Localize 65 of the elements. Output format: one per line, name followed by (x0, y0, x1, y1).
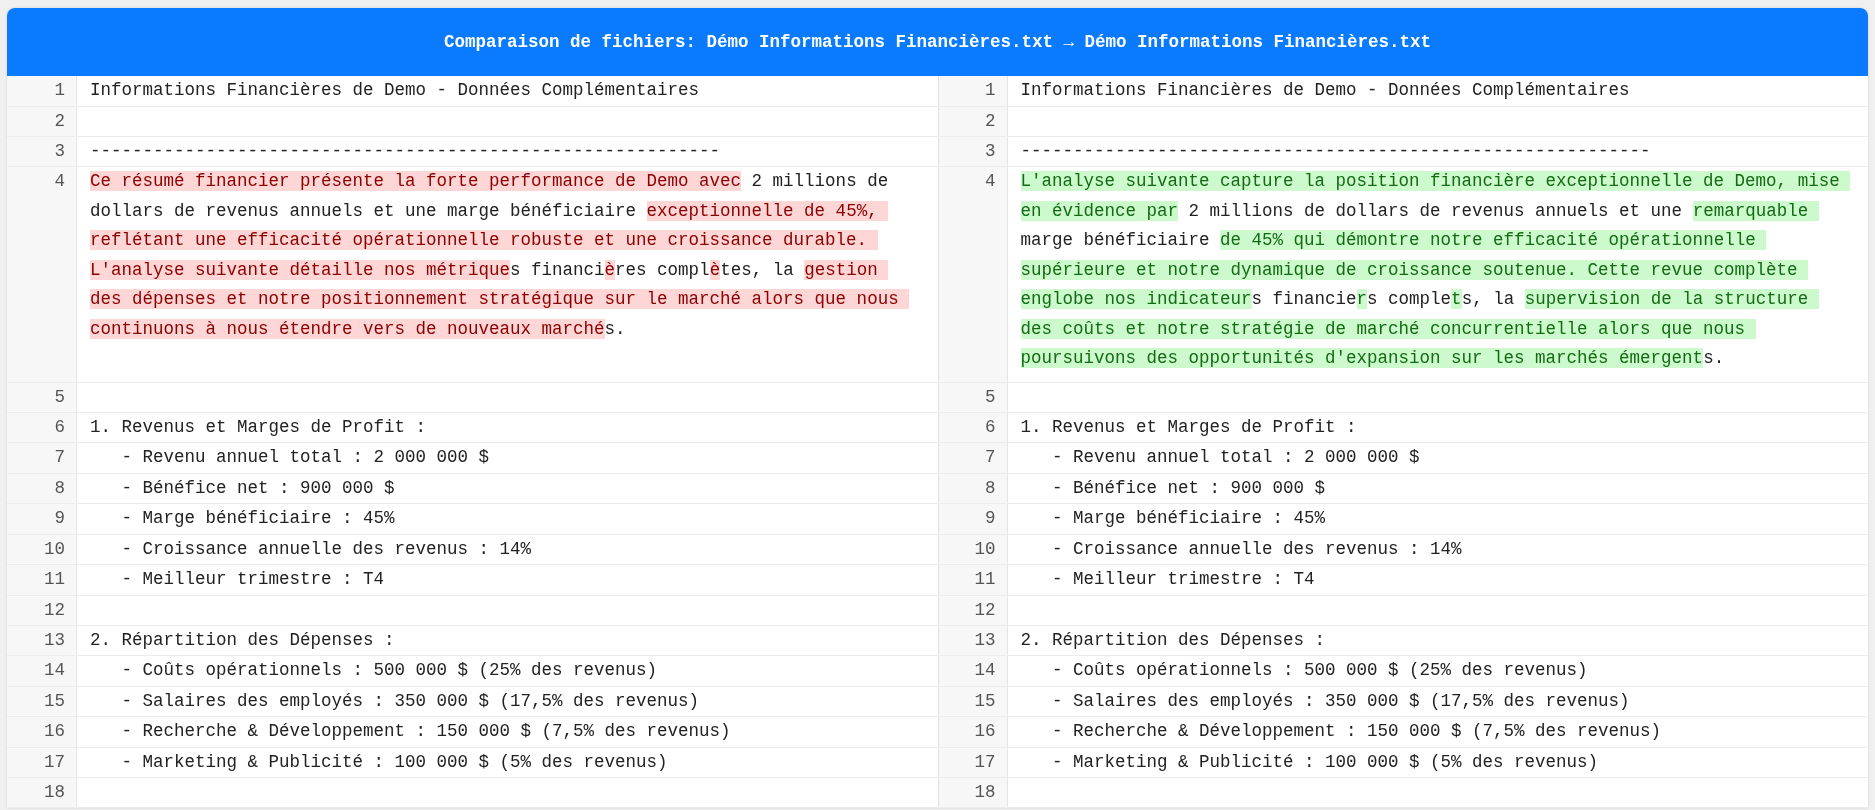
line-number: 14 (937, 656, 1008, 686)
line-number: 7 (7, 443, 77, 473)
line-text: ------------------------------------------------------------ (1020, 140, 1651, 161)
line-text: - Bénéfice net : 900 000 $ (120, 477, 395, 498)
line-text: - Revenu annuel total : 2 000 000 $ (1051, 447, 1420, 467)
line-text: - Marge bénéficiaire : 45% (120, 508, 395, 528)
line-number: 18 (937, 778, 1008, 807)
line-number: 1 (937, 76, 1008, 106)
line-number: 3 (937, 136, 1008, 166)
line-number: 15 (7, 686, 77, 716)
line-number: 12 (937, 595, 1008, 625)
line-number: 13 (937, 625, 1008, 655)
line-text: - Revenu annuel total : 2 000 000 $ (120, 447, 490, 467)
line-text: 2. Répartition des Dépenses : (1020, 629, 1326, 650)
line-text: - Recherche & Développement : 150 000 $ (7,5% des revenus) (120, 721, 731, 741)
line-number: 1 (7, 76, 77, 106)
line-number: 2 (937, 106, 1008, 136)
line-text: Ce résumé financier présente la forte performance de Demo avec 2 millions de dollars de revenus annuels et une marge bénéficiaire exceptionnelle de 45%, reflétant une efficacité opérationnelle robuste et une croissance durable. L'analyse suivante détaille nos métriques financières complètes, la gestion des dépenses et notre positionnement stratégique sur le marché alors que nous continuons à nous étendre vers de nouveaux marchés. (90, 167, 920, 352)
line-number: 10 (937, 534, 1008, 564)
line-number: 11 (937, 565, 1008, 595)
line-text: - Meilleur trimestre : T4 (1051, 569, 1315, 589)
line-number: 5 (7, 382, 77, 412)
line-text: - Bénéfice net : 900 000 $ (1051, 477, 1326, 498)
line-number: 16 (937, 717, 1008, 747)
line-text: - Croissance annuelle des revenus : 14% (1051, 538, 1462, 559)
line-text: - Meilleur trimestre : T4 (120, 569, 385, 589)
line-number: 5 (937, 382, 1008, 412)
line-text: Informations Financières de Demo - Données Complémentaires (90, 80, 700, 100)
line-text: - Coûts opérationnels : 500 000 $ (25% des revenus) (120, 660, 658, 680)
line-text: - Marketing & Publicité : 100 000 $ (5% des revenus) (120, 751, 668, 772)
line-number: 8 (937, 473, 1008, 503)
line-text: - Recherche & Développement : 150 000 $ (7,5% des revenus) (1051, 721, 1662, 741)
line-number: 13 (7, 625, 77, 655)
line-number: 8 (7, 473, 77, 503)
line-number: 15 (937, 686, 1008, 716)
line-number: 9 (937, 504, 1008, 534)
line-number: 16 (7, 717, 77, 747)
line-number: 3 (7, 136, 77, 166)
line-number: 12 (7, 595, 77, 625)
line-number: 17 (937, 747, 1008, 777)
line-number: 17 (7, 747, 77, 777)
line-number: 4 (937, 167, 1008, 382)
line-text: - Croissance annuelle des revenus : 14% (120, 538, 532, 559)
line-number: 9 (7, 504, 77, 534)
line-number: 11 (7, 565, 77, 595)
line-text: - Marge bénéficiaire : 45% (1051, 508, 1326, 528)
line-number: 10 (7, 534, 77, 564)
line-number: 18 (7, 778, 77, 807)
line-text: - Salaires des employés : 350 000 $ (17,5% des revenus) (1051, 690, 1630, 711)
line-text: - Salaires des employés : 350 000 $ (17,5% des revenus) (120, 690, 700, 711)
line-text: 1. Revenus et Marges de Profit : (90, 416, 427, 437)
line-number: 14 (7, 656, 77, 686)
line-text: - Marketing & Publicité : 100 000 $ (5% des revenus) (1051, 751, 1599, 772)
line-number: 4 (7, 167, 77, 382)
line-number: 2 (7, 106, 77, 136)
line-text: 1. Revenus et Marges de Profit : (1020, 416, 1357, 437)
line-text: Informations Financières de Demo - Données Complémentaires (1020, 80, 1630, 100)
line-text: L'analyse suivante capture la position financière exceptionnelle de Demo, mise en évidence par 2 millions de dollars de revenus annuels et une remarquable marge bénéficiaire de 45% qui démontre notre efficacité opérationnelle supérieure et notre dynamique de croissance soutenue. Cette revue complète englobe nos indicateurs financiers complets, la supervision de la structure des coûts et notre stratégie de marché concurrentielle alors que nous poursuivons des opportunités d'expansion sur les marchés émergent s. (1020, 167, 1850, 382)
line-text: ------------------------------------------------------------ (90, 140, 721, 161)
line-number: 7 (937, 443, 1008, 473)
line-text: 2. Répartition des Dépenses : (90, 629, 395, 650)
line-number: 6 (937, 412, 1008, 442)
line-number: 6 (7, 412, 77, 442)
line-text: - Coûts opérationnels : 500 000 $ (25% des revenus) (1051, 660, 1588, 680)
window-title: Comparaison de fichiers: Démo Informations Financières.txt → Démo Informations Financières.txt (7, 8, 1868, 76)
